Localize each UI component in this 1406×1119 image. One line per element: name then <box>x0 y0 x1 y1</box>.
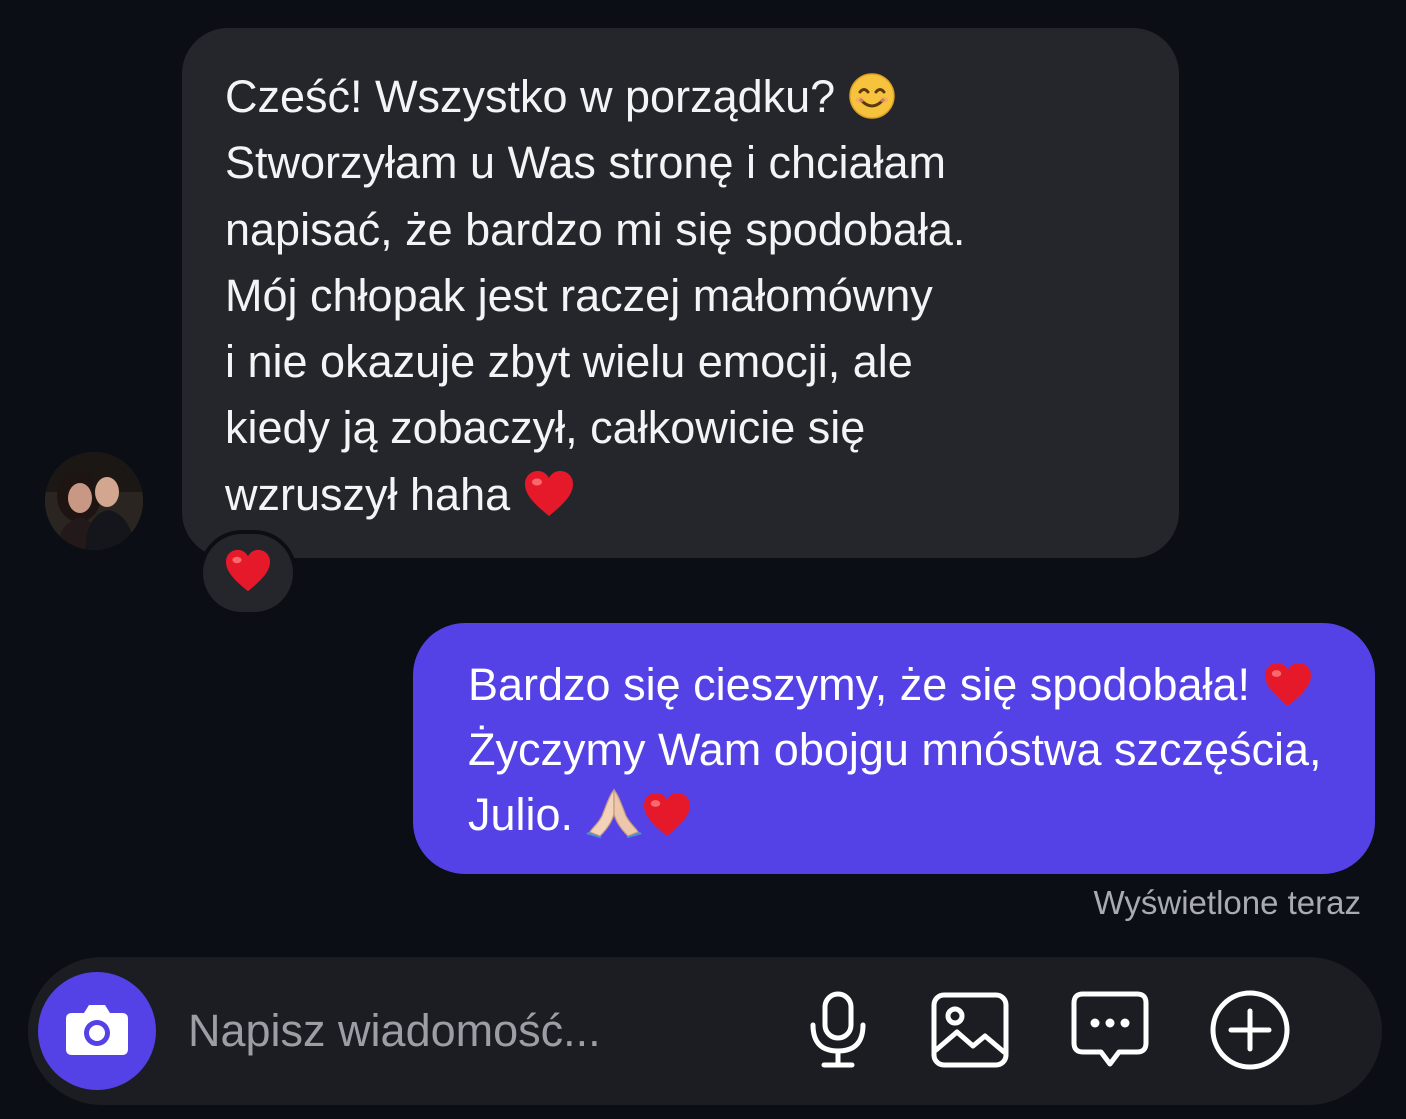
avatar[interactable] <box>45 452 143 550</box>
message-line: Julio. <box>468 782 1345 847</box>
message-line: napisać, że bardzo mi się spodobała. <box>225 203 966 255</box>
more-button[interactable] <box>1208 990 1292 1074</box>
message-dots-icon <box>1071 991 1149 1074</box>
heart-emoji <box>642 790 692 855</box>
message-input[interactable] <box>188 997 788 1065</box>
plus-circle-icon <box>1209 989 1291 1076</box>
message-line: Mój chłopak jest raczej małomówny <box>225 269 933 321</box>
message-reaction[interactable] <box>199 530 297 616</box>
heart-emoji <box>523 470 575 536</box>
message-line: Bardzo się cieszymy, że się spodobała! <box>468 652 1345 717</box>
heart-emoji <box>224 549 272 598</box>
outgoing-message-bubble[interactable]: Bardzo się cieszymy, że się spodobała! Ż… <box>413 623 1375 874</box>
gallery-button[interactable] <box>928 990 1012 1074</box>
camera-icon <box>64 1001 130 1062</box>
message-composer <box>28 957 1382 1105</box>
sticker-button[interactable] <box>1068 990 1152 1074</box>
smile-emoji <box>848 72 896 138</box>
heart-emoji <box>1263 660 1313 725</box>
image-icon <box>931 992 1009 1073</box>
camera-button[interactable] <box>38 972 156 1090</box>
message-line: Życzymy Wam obojgu mnóstwa szczęścia, <box>468 724 1322 775</box>
read-receipt: Wyświetlone teraz <box>1093 884 1361 921</box>
voice-message-button[interactable] <box>796 990 880 1074</box>
message-line: kiedy ją zobaczył, całkowicie się <box>225 402 866 454</box>
message-line: i nie okazuje zbyt wielu emocji, ale <box>225 336 913 388</box>
incoming-message-bubble[interactable]: Cześć! Wszystko w porządku? Stworzyłam u… <box>182 28 1179 558</box>
microphone-icon <box>807 991 869 1074</box>
message-line: Stworzyłam u Was stronę i chciałam <box>225 137 947 189</box>
pray-emoji <box>585 786 642 855</box>
message-line: wzruszył haha <box>225 462 1139 528</box>
message-line: Cześć! Wszystko w porządku? <box>225 64 1139 130</box>
